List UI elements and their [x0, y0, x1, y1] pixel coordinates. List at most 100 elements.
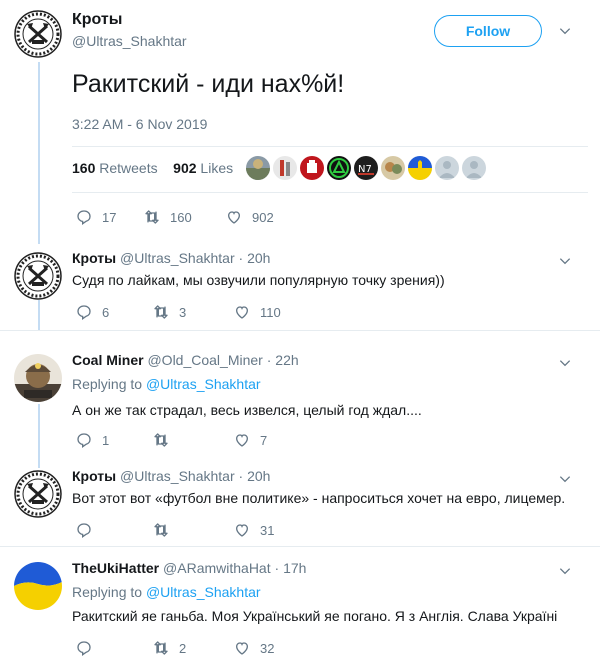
reply-tweet[interactable]: Coal Miner @Old_Coal_Miner · 22h Replyin… — [0, 346, 600, 458]
separator: · — [274, 560, 280, 576]
reply-time[interactable]: 22h — [275, 352, 298, 368]
author-handle[interactable]: @Ultras_Shakhtar — [120, 250, 235, 266]
like-icon — [234, 432, 250, 448]
reply-tweet[interactable]: TheUkiHatter @ARamwithaHat · 17h Replyin… — [0, 554, 600, 660]
likes-count[interactable]: 902 — [173, 160, 196, 176]
shakhtar-crest-icon[interactable] — [14, 252, 62, 300]
like-count: 110 — [260, 304, 281, 320]
tweet-actions: 31 — [76, 522, 274, 538]
like-count: 7 — [260, 432, 268, 448]
reply-tweet[interactable]: Кроты @Ultras_Shakhtar · 20h Судя по лай… — [0, 244, 600, 330]
chevron-down-icon[interactable] — [558, 24, 572, 38]
reply-icon — [76, 209, 92, 225]
like-icon — [234, 304, 250, 320]
reply-button[interactable]: 6 — [76, 304, 153, 320]
chevron-down-icon[interactable] — [558, 356, 572, 370]
retweet-icon — [153, 432, 169, 448]
retweet-icon — [153, 640, 169, 656]
reply-button[interactable] — [76, 522, 153, 538]
reply-time[interactable]: 17h — [283, 560, 306, 576]
liker-avatar[interactable] — [246, 156, 270, 180]
retweets-count[interactable]: 160 — [72, 160, 95, 176]
liker-avatar[interactable] — [300, 156, 324, 180]
reply-time[interactable]: 20h — [247, 468, 270, 484]
like-button[interactable]: 110 — [234, 304, 281, 320]
follow-button[interactable]: Follow — [434, 15, 542, 47]
reply-count: 6 — [102, 304, 110, 320]
like-icon — [234, 640, 250, 656]
like-count: 31 — [260, 522, 275, 538]
like-button[interactable]: 32 — [234, 640, 274, 656]
tweet-actions: 2 32 — [76, 640, 274, 656]
default-avatar[interactable] — [462, 156, 486, 180]
reply-text: Вот этот вот «футбол вне политике» - нап… — [72, 490, 566, 506]
divider — [0, 546, 600, 547]
tweet-actions: 1 7 — [76, 432, 267, 448]
tweet-text: Ракитский - иди нах%й! — [72, 70, 345, 98]
like-button[interactable]: 31 — [234, 522, 274, 538]
replying-to-link[interactable]: @Ultras_Shakhtar — [146, 584, 261, 600]
like-icon — [234, 522, 250, 538]
reply-header: Кроты @Ultras_Shakhtar · 20h — [72, 468, 270, 484]
reply-icon — [76, 432, 92, 448]
reply-tweet[interactable]: Кроты @Ultras_Shakhtar · 20h Вот этот во… — [0, 462, 600, 546]
chevron-down-icon[interactable] — [558, 254, 572, 268]
reply-button[interactable]: 17 — [76, 209, 144, 225]
reply-text: Ракитский яе ганьба. Моя Український яе … — [72, 608, 558, 624]
liker-avatar[interactable] — [381, 156, 405, 180]
reply-icon — [76, 640, 92, 656]
author-name[interactable]: Кроты — [72, 11, 122, 29]
like-button[interactable]: 7 — [234, 432, 267, 448]
reply-header: Coal Miner @Old_Coal_Miner · 22h — [72, 352, 299, 368]
retweet-icon — [153, 522, 169, 538]
retweet-button[interactable]: 3 — [153, 304, 234, 320]
ukraine-flag-icon[interactable] — [14, 562, 62, 610]
replying-to-link[interactable]: @Ultras_Shakhtar — [146, 376, 261, 392]
retweet-button[interactable] — [153, 522, 234, 538]
retweet-button[interactable] — [153, 432, 234, 448]
liker-avatar[interactable] — [327, 156, 351, 180]
tweet-timestamp[interactable]: 3:22 AM - 6 Nov 2019 — [72, 116, 207, 132]
author-handle[interactable]: @Ultras_Shakhtar — [72, 33, 187, 49]
tweet-actions: 6 3 110 — [76, 304, 281, 320]
like-button[interactable]: 902 — [226, 209, 274, 225]
separator: · — [238, 468, 244, 484]
reply-text: Судя по лайкам, мы озвучили популярную т… — [72, 272, 445, 288]
reply-text: А он же так страдал, весь извелся, целый… — [72, 402, 422, 418]
retweet-button[interactable]: 2 — [153, 640, 234, 656]
separator: · — [266, 352, 272, 368]
shakhtar-crest-icon[interactable] — [14, 10, 62, 58]
liker-avatars: N7 — [246, 156, 486, 180]
replying-to: Replying to @Ultras_Shakhtar — [72, 584, 261, 600]
author-handle[interactable]: @ARamwithaHat — [163, 560, 271, 576]
reply-button[interactable]: 1 — [76, 432, 153, 448]
author-name[interactable]: TheUkiHatter — [72, 560, 159, 576]
author-handle[interactable]: @Old_Coal_Miner — [147, 352, 262, 368]
author-name[interactable]: Кроты — [72, 250, 116, 266]
replying-prefix: Replying to — [72, 584, 143, 600]
liker-avatar[interactable]: N7 — [354, 156, 378, 180]
author-name[interactable]: Кроты — [72, 468, 116, 484]
reply-button[interactable] — [76, 640, 153, 656]
liker-avatar[interactable] — [273, 156, 297, 180]
author-handle[interactable]: @Ultras_Shakhtar — [120, 468, 235, 484]
divider — [72, 192, 588, 193]
chevron-down-icon[interactable] — [558, 472, 572, 486]
default-avatar[interactable] — [435, 156, 459, 180]
chevron-down-icon[interactable] — [558, 564, 572, 578]
separator: · — [238, 250, 244, 266]
likes-label[interactable]: Likes — [200, 160, 233, 176]
retweet-count: 3 — [179, 304, 187, 320]
miner-avatar-icon[interactable] — [14, 354, 62, 402]
replying-to: Replying to @Ultras_Shakhtar — [72, 376, 261, 392]
main-tweet: Кроты @Ultras_Shakhtar Follow Ракитский … — [0, 0, 600, 244]
reply-header: TheUkiHatter @ARamwithaHat · 17h — [72, 560, 306, 576]
shakhtar-crest-icon[interactable] — [14, 470, 62, 518]
retweet-button[interactable]: 160 — [144, 209, 226, 225]
reply-time[interactable]: 20h — [247, 250, 270, 266]
retweets-label[interactable]: Retweets — [99, 160, 157, 176]
tweet-actions: 17 160 902 — [76, 209, 274, 225]
author-name[interactable]: Coal Miner — [72, 352, 144, 368]
retweet-count: 160 — [170, 209, 192, 225]
ukraine-flag-icon[interactable] — [408, 156, 432, 180]
